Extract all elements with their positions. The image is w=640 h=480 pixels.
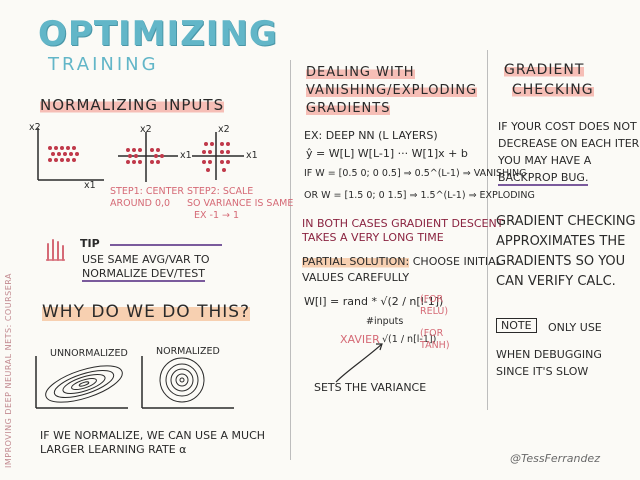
hand-icon (46, 239, 65, 261)
normalizing-heading: NORMALIZING INPUTS (40, 96, 225, 114)
inputs-note: #inputs (366, 316, 404, 327)
note-line1: ONLY USE (548, 321, 602, 334)
p1-line4: BACKPROP BUG. (498, 171, 589, 186)
p2-line1: GRADIENT CHECKING (496, 214, 636, 229)
axis-x-label-3: x1 (246, 150, 258, 161)
p1-line1: IF YOUR COST DOES NOT (498, 120, 637, 133)
normalized-contour (141, 356, 234, 409)
p2-line4: CAN VERIFY CALC. (496, 274, 616, 289)
gradient-check-p2: GRADIENT CHECKING APPROXIMATES THE GRADI… (496, 212, 636, 292)
gradient-check-p1: IF YOUR COST DOES NOT DECREASE ON EACH I… (498, 118, 639, 186)
p2-line2: APPROXIMATES THE (496, 234, 626, 249)
note-line2: WHEN DEBUGGING (496, 348, 602, 361)
p1-line3: YOU MAY HAVE A (498, 154, 592, 167)
step1-line1: STEP1: CENTER (110, 186, 184, 197)
tip-line2: NORMALIZE DEV/TEST (82, 267, 205, 282)
vanishing-if-line: IF W = [0.5 0; 0 0.5] ⇒ 0.5^(L-1) ⇒ VANI… (304, 168, 527, 179)
vanishing-or-line: OR W = [1.5 0; 0 1.5] ⇒ 1.5^(L-1) ⇒ EXPL… (304, 190, 535, 201)
why-heading: WHY DO WE DO THIS? (42, 302, 251, 322)
step2-line2: SO VARIANCE IS SAME (187, 198, 294, 209)
axis-x-label-2: x1 (180, 150, 192, 161)
both-cases-line1: IN BOTH CASES GRADIENT DESCENT (302, 217, 504, 230)
side-note: IMPROVING DEEP NEURAL NETS: COURSERA (4, 273, 13, 468)
axis-y-label-1: x2 (29, 122, 41, 133)
note-line3: SINCE IT'S SLOW (496, 365, 589, 378)
step2-line1: STEP2: SCALE (187, 186, 254, 197)
for-relu-note: (FOR RELU) (420, 294, 449, 317)
partial-solution-line1: PARTIAL SOLUTION: CHOOSE INITIAL (302, 255, 502, 268)
gradient-check-heading: GRADIENT CHECKING (504, 62, 594, 98)
note-box: NOTE (496, 318, 537, 333)
page-subtitle: TRAINING (48, 54, 159, 75)
vanishing-example: EX: DEEP NN (L LAYERS) (304, 129, 438, 142)
axis-y-label-3: x2 (218, 124, 230, 135)
step1-line2: AROUND 0,0 (110, 198, 171, 209)
axis-y-label-2: x2 (140, 124, 152, 135)
partial-solution-line2: VALUES CAREFULLY (302, 271, 410, 284)
p2-line3: GRADIENTS SO YOU (496, 254, 626, 269)
step2-line3: EX -1 → 1 (194, 210, 240, 221)
for-tanh-note: (FOR TANH) (420, 328, 450, 351)
vanishing-heading: DEALING WITH VANISHING/EXPLODING GRADIEN… (306, 65, 478, 116)
note-rest: WHEN DEBUGGING SINCE IT'S SLOW (496, 346, 602, 380)
sets-variance-label: SETS THE VARIANCE (314, 381, 427, 394)
tip-line1: USE SAME AVG/VAR TO (82, 253, 210, 266)
scatter-original (37, 128, 104, 181)
page-title: OPTIMIZING (38, 14, 278, 54)
p1-line2: DECREASE ON EACH ITER (498, 137, 640, 150)
why-line1: IF WE NORMALIZE, WE CAN USE A MUCH (40, 429, 266, 442)
both-cases-line2: TAKES A VERY LONG TIME (302, 231, 444, 244)
scatter-centered (118, 132, 178, 182)
column-divider-1 (290, 60, 291, 460)
tip-label: TIP (80, 237, 100, 250)
vanishing-formula: ŷ = W[L] W[L-1] ··· W[1]x + b (306, 147, 468, 160)
axis-x-label-1: x1 (84, 180, 96, 191)
signature: @TessFerrandez (510, 452, 600, 465)
why-line2: LARGER LEARNING RATE α (40, 443, 187, 456)
tip-underline (110, 244, 222, 246)
unnormalized-contour (35, 356, 128, 409)
